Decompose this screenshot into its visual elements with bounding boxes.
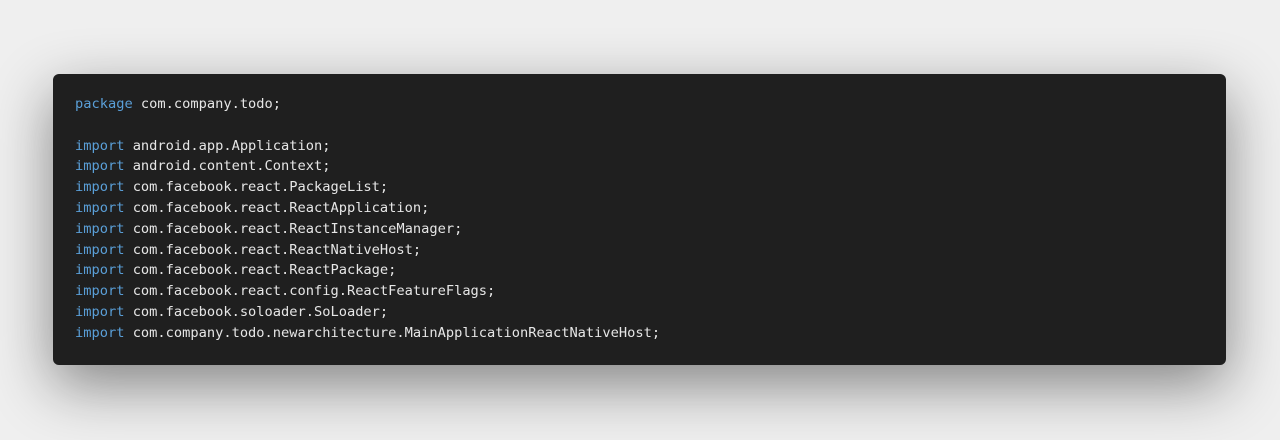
code-line: import com.facebook.react.ReactPackage; [75, 260, 1204, 281]
code-keyword: import [75, 262, 125, 279]
code-content: package com.company.todo; import android.… [75, 94, 1204, 344]
code-keyword: import [75, 220, 125, 237]
code-text: android.app.Application; [124, 137, 331, 154]
code-text: com.facebook.react.ReactApplication; [124, 199, 430, 216]
code-keyword: import [75, 283, 125, 300]
code-keyword: import [75, 137, 125, 154]
code-line: import com.facebook.react.PackageList; [75, 177, 1204, 198]
code-line: import com.facebook.soloader.SoLoader; [75, 302, 1204, 323]
code-line: import com.company.todo.newarchitecture.… [75, 323, 1204, 344]
code-keyword: import [75, 324, 125, 341]
code-line: import com.facebook.react.ReactInstanceM… [75, 219, 1204, 240]
code-line: import android.content.Context; [75, 156, 1204, 177]
code-keyword: import [75, 179, 125, 196]
code-text: com.facebook.react.ReactPackage; [124, 262, 397, 279]
code-text: com.facebook.react.ReactNativeHost; [124, 241, 422, 258]
code-keyword: import [75, 199, 125, 216]
code-line: import com.facebook.react.ReactNativeHos… [75, 240, 1204, 261]
code-block: package com.company.todo; import android.… [53, 74, 1226, 365]
code-line: import com.facebook.react.config.ReactFe… [75, 281, 1204, 302]
code-line: import com.facebook.react.ReactApplicati… [75, 198, 1204, 219]
code-text: com.facebook.react.config.ReactFeatureFl… [124, 283, 496, 300]
code-text: com.company.todo; [132, 96, 282, 112]
code-keyword: import [75, 303, 125, 320]
code-text: com.facebook.react.PackageList; [124, 179, 389, 196]
code-line: package com.company.todo; [75, 94, 1204, 115]
code-text: android.content.Context; [124, 158, 331, 175]
code-text: com.facebook.soloader.SoLoader; [124, 303, 389, 320]
code-text: com.facebook.react.ReactInstanceManager; [124, 220, 463, 237]
code-line: import android.app.Application; [75, 136, 1204, 157]
code-keyword: import [75, 241, 125, 258]
code-keyword: package [75, 96, 133, 112]
code-text: com.company.todo.newarchitecture.MainApp… [124, 324, 661, 341]
code-keyword: import [75, 158, 125, 175]
